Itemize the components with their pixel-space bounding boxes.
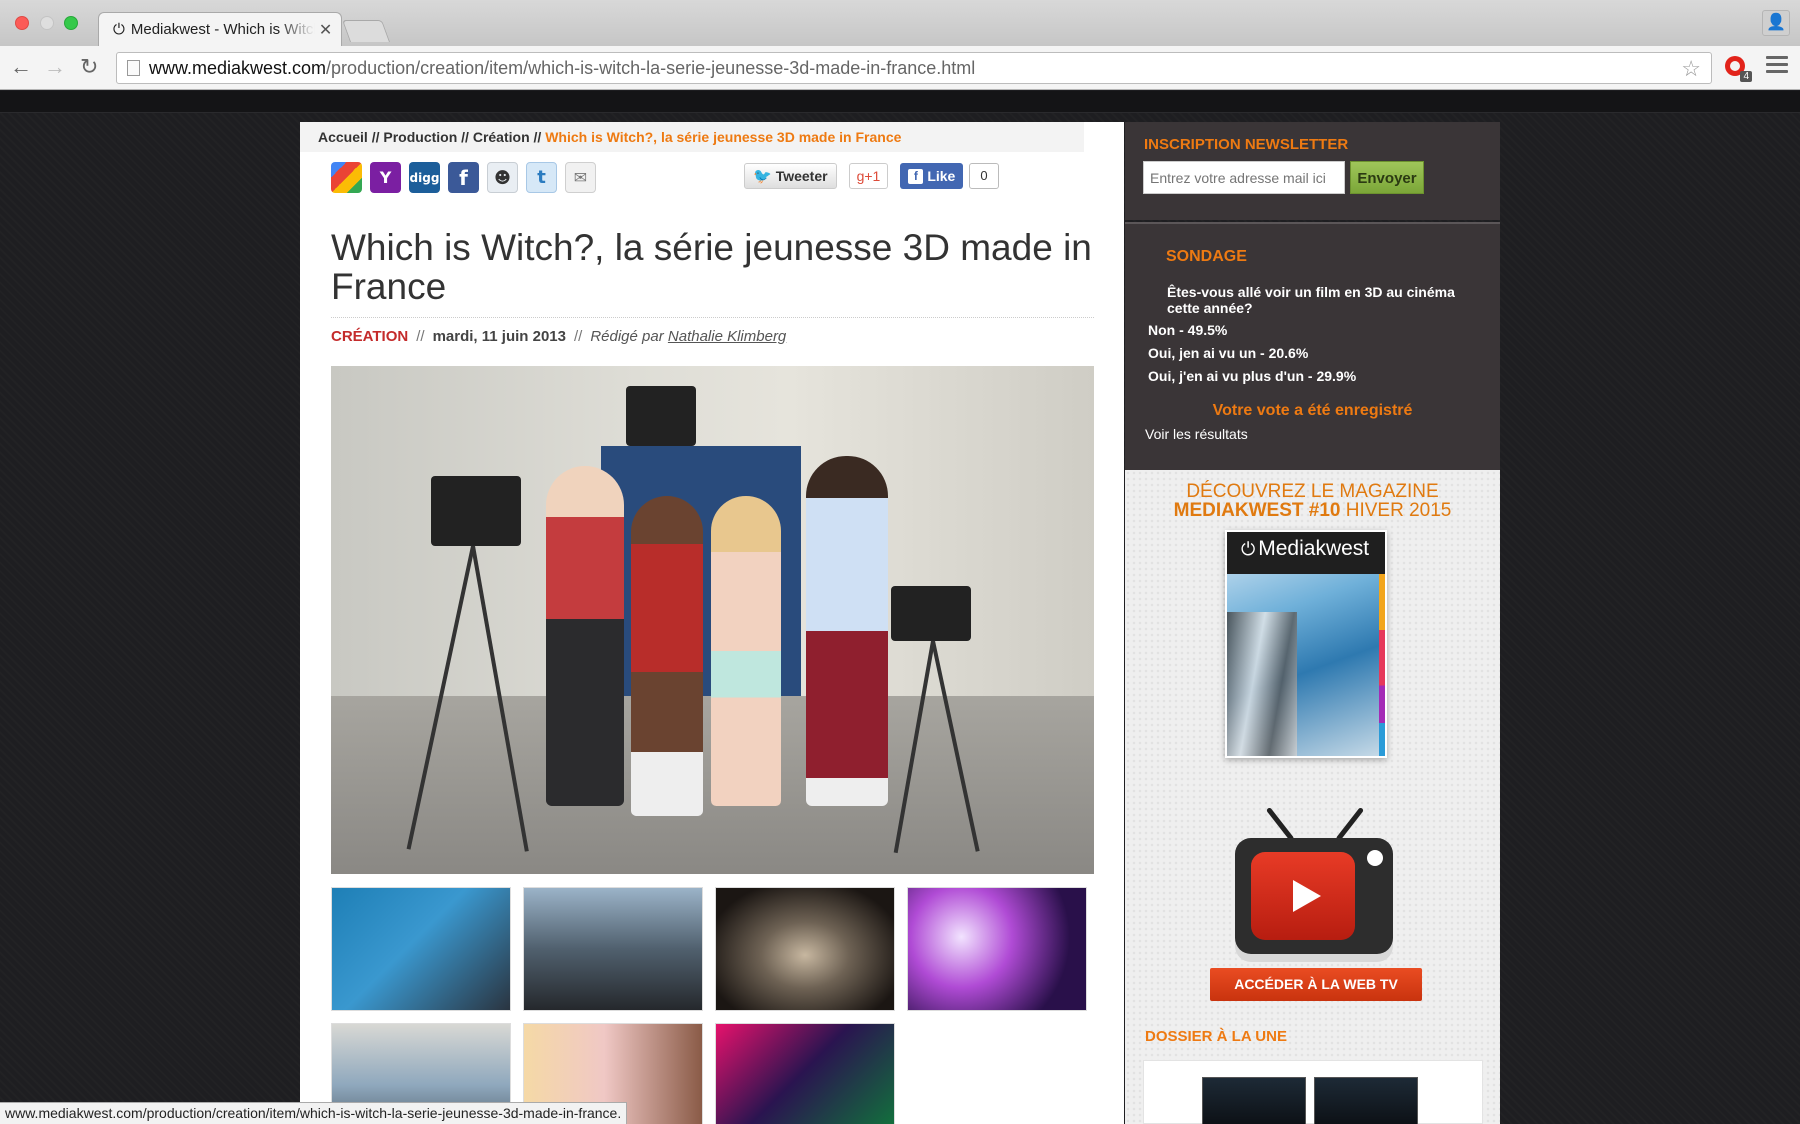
category-link[interactable]: CRÉATION — [331, 328, 408, 345]
breadcrumb: Accueil // Production // Création // Whi… — [300, 122, 1084, 152]
twitter-bird-icon: 🐦 — [753, 168, 772, 185]
yahoo-icon[interactable]: Y — [370, 162, 401, 193]
site-top-bar — [0, 91, 1800, 113]
newsletter-box: INSCRIPTION NEWSLETTER Envoyer — [1125, 122, 1500, 220]
gallery-thumbnail[interactable] — [907, 887, 1087, 1011]
magazine-season: HIVER 2015 — [1340, 500, 1452, 521]
like-count: 0 — [969, 163, 999, 189]
poll-results-link[interactable]: Voir les résultats — [1145, 426, 1248, 442]
article-title: Which is Witch?, la série jeunesse 3D ma… — [331, 227, 1092, 307]
tumblr-icon[interactable]: t — [526, 162, 557, 193]
power-icon: ⏻ — [113, 21, 125, 38]
poll-result: Non - 49.5% — [1148, 322, 1228, 338]
close-tab-icon[interactable]: ✕ — [319, 20, 332, 40]
browser-titlebar: ⏻ Mediakwest - Which is Witch?, la série… — [0, 0, 1800, 46]
facebook-like: f Like 0 — [900, 163, 999, 189]
breadcrumb-home[interactable]: Accueil — [318, 129, 368, 145]
article-meta: CRÉATION//mardi, 11 juin 2013//Rédigé pa… — [331, 328, 787, 345]
poll-result: Oui, jen ai vu un - 20.6% — [1148, 345, 1309, 361]
address-bar[interactable]: www.mediakwest.com/production/creation/i… — [116, 52, 1712, 84]
extension-icon[interactable]: 4 — [1724, 54, 1752, 82]
browser-tab-active[interactable]: ⏻ Mediakwest - Which is Witch?, la série… — [98, 12, 342, 46]
facebook-icon[interactable]: f — [448, 162, 479, 193]
magazine-cover[interactable]: ⏻ Mediakwest — [1225, 530, 1387, 758]
magazine-title: DÉCOUVREZ LE MAGAZINE MEDIAKWEST #10 HIV… — [1125, 482, 1500, 520]
power-icon: ⏻ — [1241, 539, 1256, 559]
gallery-thumbnail[interactable] — [523, 887, 703, 1011]
facebook-icon: f — [908, 168, 924, 184]
newsletter-title: INSCRIPTION NEWSLETTER — [1144, 136, 1349, 153]
google-icon[interactable] — [331, 162, 362, 193]
new-tab-button[interactable] — [341, 20, 391, 42]
email-icon[interactable]: ✉ — [565, 162, 596, 193]
page-icon — [127, 60, 140, 76]
photo-gallery — [331, 887, 1101, 1124]
forward-arrow-icon[interactable]: → — [44, 54, 66, 80]
newsletter-submit-button[interactable]: Envoyer — [1350, 161, 1424, 194]
article-column: Accueil // Production // Création // Whi… — [300, 122, 1124, 1124]
tweet-button[interactable]: 🐦 Tweeter — [744, 163, 837, 189]
title-divider — [331, 317, 1094, 318]
hero-photo[interactable] — [331, 366, 1094, 874]
web-tv-button[interactable]: ACCÉDER À LA WEB TV — [1210, 968, 1422, 1001]
gallery-thumbnail[interactable] — [715, 887, 895, 1011]
breadcrumb-current: Which is Witch?, la série jeunesse 3D ma… — [545, 129, 902, 145]
gallery-thumbnail[interactable] — [715, 1023, 895, 1124]
bookmark-star-icon[interactable]: ☆ — [1681, 54, 1701, 84]
poll-voted-message: Votre vote a été enregistré — [1212, 402, 1413, 419]
sidebar: INSCRIPTION NEWSLETTER Envoyer SONDAGE Ê… — [1125, 122, 1500, 1124]
hamburger-menu-icon[interactable] — [1766, 56, 1788, 76]
dossier-image[interactable] — [1143, 1060, 1483, 1124]
tab-title: Mediakwest - Which is Witch?, la série j… — [130, 21, 315, 38]
play-icon — [1293, 880, 1321, 912]
poll-question: Êtes-vous allé voir un film en 3D au cin… — [1167, 284, 1455, 316]
web-tv-icon[interactable] — [1235, 800, 1395, 960]
browser-toolbar: ← → ↻ www.mediakwest.com/production/crea… — [0, 46, 1800, 90]
breadcrumb-creation[interactable]: Création — [473, 129, 530, 145]
share-icons: Y digg f ☻ t ✉ — [331, 162, 596, 194]
magazine-issue: MEDIAKWEST #10 — [1173, 500, 1341, 521]
status-bar-url: www.mediakwest.com/production/creation/i… — [0, 1102, 628, 1124]
reddit-icon[interactable]: ☻ — [487, 162, 518, 193]
social-buttons: 🐦 Tweeter g+1 f Like 0 — [744, 162, 999, 190]
promo-box: DÉCOUVREZ LE MAGAZINE MEDIAKWEST #10 HIV… — [1125, 470, 1500, 1124]
author-prefix: Rédigé par — [590, 328, 664, 345]
newsletter-email-input[interactable] — [1143, 161, 1345, 194]
cover-brand: Mediakwest — [1258, 537, 1370, 560]
tweet-label: Tweeter — [775, 168, 828, 184]
extension-badge: 4 — [1740, 71, 1752, 82]
back-arrow-icon[interactable]: ← — [10, 54, 32, 80]
like-label: Like — [927, 168, 956, 184]
dossier-title: DOSSIER À LA UNE — [1145, 1028, 1287, 1045]
breadcrumb-production[interactable]: Production — [383, 129, 457, 145]
author-link[interactable]: Nathalie Klimberg — [668, 328, 786, 345]
google-plus-button[interactable]: g+1 — [848, 163, 889, 189]
reload-icon[interactable]: ↻ — [80, 54, 98, 80]
url-host: www.mediakwest.com — [149, 58, 327, 78]
profile-icon[interactable]: 👤 — [1762, 10, 1790, 36]
poll-box: SONDAGE Êtes-vous allé voir un film en 3… — [1125, 222, 1500, 470]
gallery-thumbnail[interactable] — [331, 887, 511, 1011]
maximize-window-button[interactable] — [64, 16, 78, 30]
close-window-button[interactable] — [15, 16, 29, 30]
facebook-like-button[interactable]: f Like — [900, 163, 964, 189]
poll-title: SONDAGE — [1166, 248, 1247, 265]
minimize-window-button[interactable] — [40, 16, 54, 30]
digg-icon[interactable]: digg — [409, 162, 440, 193]
url-path: /production/creation/item/which-is-witch… — [326, 58, 976, 78]
magazine-title-line1: DÉCOUVREZ LE MAGAZINE — [1186, 481, 1439, 502]
poll-result: Oui, j'en ai vu plus d'un - 29.9% — [1148, 368, 1357, 384]
article-date: mardi, 11 juin 2013 — [432, 328, 566, 345]
